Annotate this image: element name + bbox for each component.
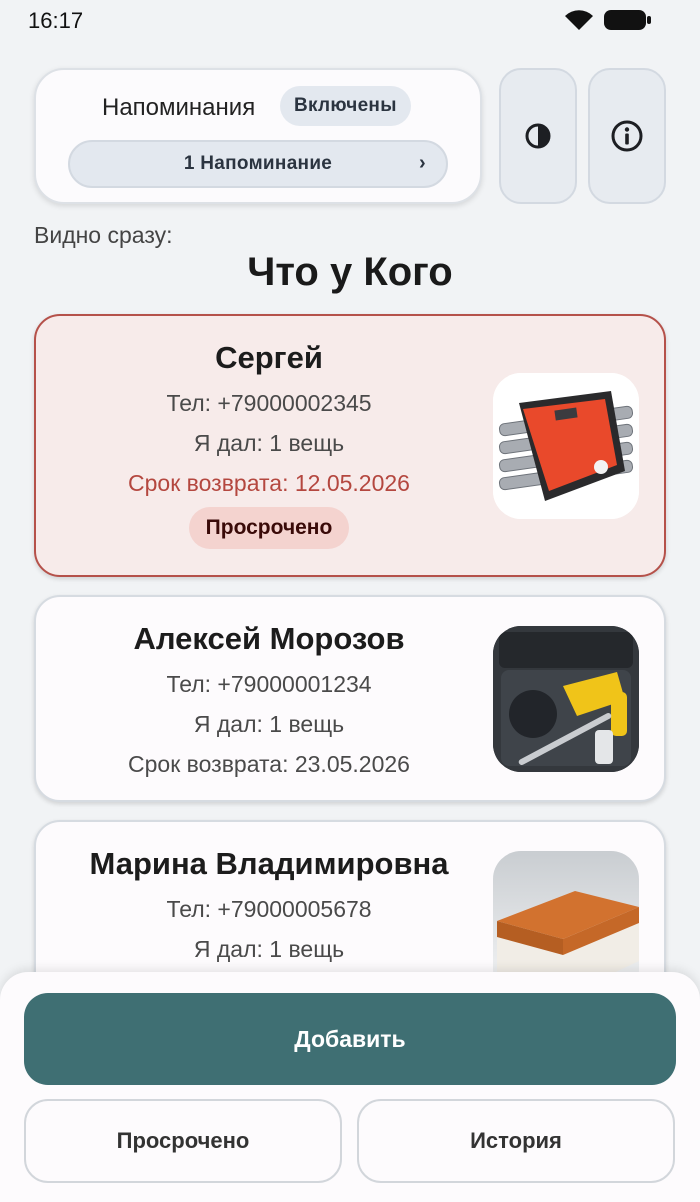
reminders-selector-label: 1 Напоминание [183, 153, 333, 174]
visible-now-label: Видно сразу: [34, 222, 173, 248]
items-given: Я дал: 1 вещь [193, 711, 345, 737]
return-due-date: Срок возврата: 23.05.2026 [128, 751, 410, 777]
item-thumbnail [493, 626, 639, 772]
status-time: 16:17 [28, 8, 84, 33]
overdue-badge: Просрочено [188, 507, 350, 549]
items-given: Я дал: 1 вещь [193, 936, 345, 962]
reminders-status-badge[interactable]: Включены [280, 86, 411, 126]
reminders-title: Напоминания [102, 94, 256, 121]
add-button[interactable]: Добавить [24, 993, 676, 1085]
borrower-phone: Тел: +79000002345 [166, 390, 372, 416]
info-button[interactable] [588, 68, 666, 204]
loan-card[interactable]: Сергей Тел: +79000002345 Я дал: 1 вещь С… [34, 314, 666, 577]
wrench-set-image [493, 373, 639, 519]
wifi-icon [565, 10, 593, 31]
borrower-phone: Тел: +79000005678 [166, 896, 372, 922]
chevron-right-icon: › [419, 152, 426, 174]
info-icon [611, 120, 643, 152]
item-thumbnail [493, 373, 639, 519]
page-title: Что у Кого [247, 250, 453, 294]
contrast-icon [525, 123, 551, 149]
hammer-drill-case-image [493, 626, 639, 772]
return-due-date: Срок возврата: 12.05.2026 [128, 470, 410, 496]
loan-card[interactable]: Алексей Морозов Тел: +79000001234 Я дал:… [34, 595, 666, 802]
battery-icon [604, 10, 651, 30]
status-bar: 16:17 [0, 0, 700, 40]
items-given: Я дал: 1 вещь [193, 430, 345, 456]
theme-contrast-button[interactable] [499, 68, 577, 204]
overdue-filter-button[interactable]: Просрочено [24, 1099, 342, 1183]
reminders-panel: Напоминания Включены 1 Напоминание › [34, 68, 482, 204]
bottom-action-sheet: Добавить Просрочено История [0, 972, 700, 1202]
borrower-phone: Тел: +79000001234 [166, 671, 372, 697]
history-button[interactable]: История [357, 1099, 675, 1183]
borrower-name: Алексей Морозов [133, 621, 405, 656]
borrower-name: Сергей [215, 340, 323, 375]
reminders-selector[interactable]: 1 Напоминание › [68, 140, 448, 188]
borrower-name: Марина Владимировна [89, 846, 449, 881]
